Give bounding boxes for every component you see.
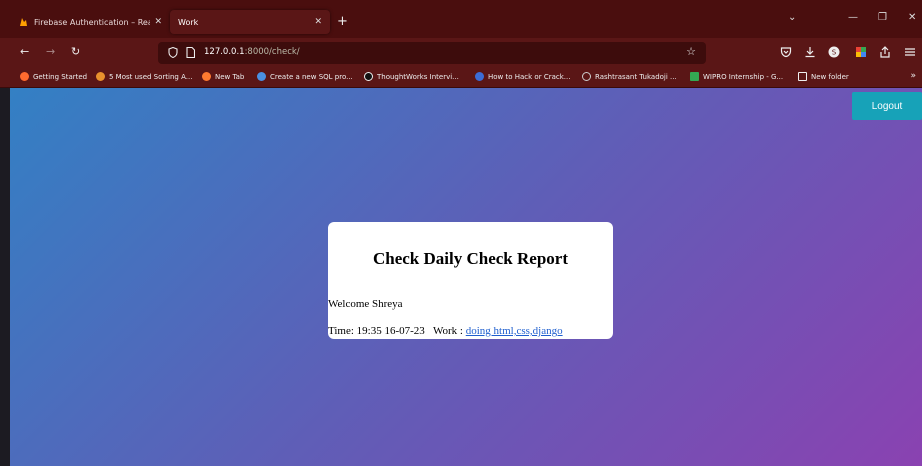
minimize-icon[interactable]: —	[848, 12, 858, 23]
bookmarks-bar: Getting Started 5 Most used Sorting A...…	[0, 68, 922, 88]
bookmark-wipro[interactable]: WIPRO Internship - G...	[690, 72, 783, 81]
firefox-icon	[202, 72, 211, 81]
bookmark-new-folder[interactable]: New folder	[798, 72, 849, 81]
restore-icon[interactable]: ❐	[878, 12, 887, 23]
pocket-icon[interactable]	[780, 46, 792, 58]
tab-firebase-authentication[interactable]: Firebase Authentication – Realtim ✕	[10, 10, 170, 34]
report-entry: Time: 19:35 16-07-23 Work : doing html,c…	[328, 325, 563, 337]
folder-icon	[798, 72, 807, 81]
back-icon[interactable]: ←	[20, 45, 29, 58]
bookmark-hack[interactable]: How to Hack or Crack...	[475, 72, 570, 81]
close-icon[interactable]: ✕	[154, 17, 162, 27]
logout-button[interactable]: Logout	[852, 92, 922, 120]
page-icon[interactable]	[186, 47, 195, 58]
bookmark-new-tab[interactable]: New Tab	[202, 72, 244, 81]
bookmark-star-icon[interactable]: ☆	[686, 45, 696, 58]
close-icon[interactable]: ✕	[314, 17, 322, 27]
firebase-icon	[20, 18, 27, 26]
menu-icon[interactable]	[904, 46, 916, 58]
page-viewport: Logout Check Daily Check Report Welcome …	[10, 88, 922, 466]
browser-nav-bar: ← → ↻ 127.0.0.1:8000/check/ ☆ S	[0, 38, 922, 68]
report-card: Check Daily Check Report Welcome Shreya …	[328, 222, 613, 339]
google-drive-icon	[690, 72, 699, 81]
bookmark-sorting[interactable]: 5 Most used Sorting A...	[96, 72, 192, 81]
window-frame	[0, 88, 10, 466]
bookmark-rashtrasant[interactable]: Rashtrasant Tukadoji ...	[582, 72, 677, 81]
globe-icon	[582, 72, 591, 81]
download-icon[interactable]	[804, 46, 816, 58]
bookmark-site-icon	[96, 72, 105, 81]
color-extension-icon[interactable]	[855, 46, 867, 58]
url-text[interactable]: 127.0.0.1:8000/check/	[204, 47, 300, 57]
browser-tab-bar: Firebase Authentication – Realtim ✕ Work…	[0, 0, 922, 38]
share-icon[interactable]	[879, 46, 891, 58]
svg-text:S: S	[832, 49, 837, 57]
tab-label: Work	[178, 17, 199, 27]
address-bar[interactable]: 127.0.0.1:8000/check/ ☆	[158, 42, 706, 64]
tab-label: Firebase Authentication – Realtim	[34, 17, 151, 27]
tab-list-chevron-icon[interactable]: ⌄	[788, 12, 796, 23]
thoughtworks-icon	[364, 72, 373, 81]
bookmarks-overflow-icon[interactable]: »	[910, 71, 916, 81]
entry-work-label: Work :	[433, 325, 463, 337]
bookmark-sql[interactable]: Create a new SQL pro...	[257, 72, 353, 81]
close-window-icon[interactable]: ✕	[908, 12, 916, 23]
diamond-icon	[257, 72, 266, 81]
pen-icon	[475, 72, 484, 81]
shield-icon[interactable]	[168, 47, 178, 58]
page-title: Check Daily Check Report	[372, 249, 568, 268]
bookmark-getting-started[interactable]: Getting Started	[20, 72, 87, 81]
extension-s-icon[interactable]: S	[828, 46, 840, 58]
work-entry-link[interactable]: doing html,css,django	[466, 325, 563, 337]
reload-icon[interactable]: ↻	[71, 45, 80, 58]
welcome-text: Welcome Shreya	[328, 298, 403, 310]
bookmark-thoughtworks[interactable]: ThoughtWorks Intervi...	[364, 72, 459, 81]
firefox-icon	[20, 72, 29, 81]
entry-time: Time: 19:35 16-07-23	[328, 325, 425, 337]
new-tab-icon[interactable]: +	[337, 14, 348, 29]
forward-icon[interactable]: →	[46, 45, 55, 58]
tab-work[interactable]: Work ✕	[170, 10, 330, 34]
